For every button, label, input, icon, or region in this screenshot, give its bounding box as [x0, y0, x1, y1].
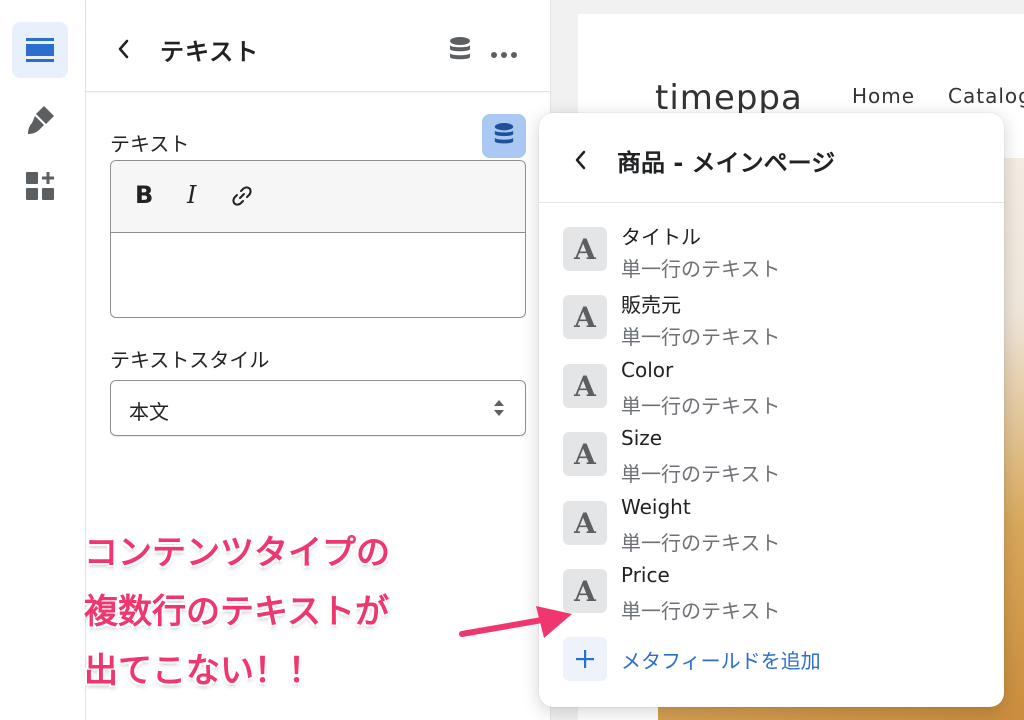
- database-icon: [493, 122, 515, 150]
- text-style-label: テキストスタイル: [110, 348, 270, 372]
- list-item[interactable]: A タイトル 単一行のテキスト: [563, 221, 983, 285]
- link-icon[interactable]: [231, 185, 253, 213]
- annotation-line: 出てこない！！: [84, 651, 322, 691]
- text-type-icon: A: [563, 227, 607, 271]
- italic-button[interactable]: I: [187, 181, 196, 209]
- theme-settings-button[interactable]: [12, 92, 68, 148]
- text-style-select[interactable]: 本文: [110, 380, 526, 436]
- editor-toolbar: B I: [111, 161, 525, 233]
- panel-header: テキスト: [86, 0, 551, 92]
- item-type: 単一行のテキスト: [621, 394, 781, 418]
- sections-icon: [25, 37, 55, 63]
- list-item[interactable]: A 販売元 単一行のテキスト: [563, 289, 983, 353]
- dynamic-source-icon[interactable]: [448, 36, 472, 66]
- item-name: Price: [621, 563, 670, 587]
- item-type: 単一行のテキスト: [621, 599, 781, 623]
- more-actions-icon[interactable]: [490, 44, 518, 63]
- item-name: Color: [621, 358, 674, 382]
- text-type-icon: A: [563, 295, 607, 339]
- popover-title: 商品 - メインページ: [617, 149, 836, 177]
- panel-title: テキスト: [160, 38, 260, 66]
- sections-button[interactable]: [12, 22, 68, 78]
- item-name: Weight: [621, 495, 691, 519]
- item-type: 単一行のテキスト: [621, 257, 781, 281]
- bold-button[interactable]: B: [135, 181, 153, 209]
- apps-button[interactable]: [12, 158, 68, 214]
- add-metafield-label: メタフィールドを追加: [621, 649, 821, 673]
- apps-add-icon: [25, 171, 55, 201]
- item-type: 単一行のテキスト: [621, 531, 781, 555]
- editor-content[interactable]: [111, 233, 525, 317]
- item-type: 単一行のテキスト: [621, 462, 781, 486]
- annotation-arrow-icon: [456, 598, 576, 648]
- item-name: タイトル: [621, 225, 701, 249]
- item-name: Size: [621, 426, 663, 450]
- item-type: 単一行のテキスト: [621, 325, 781, 349]
- text-style-value: 本文: [129, 400, 169, 424]
- text-field-label: テキスト: [110, 132, 190, 156]
- item-name: 販売元: [621, 293, 681, 317]
- nav-home-link[interactable]: Home: [852, 84, 915, 108]
- insert-dynamic-source-button[interactable]: [482, 114, 526, 158]
- list-item[interactable]: A Price 単一行のテキスト: [563, 563, 983, 627]
- text-type-icon: A: [563, 364, 607, 408]
- annotation-line: 複数行のテキストが: [84, 592, 389, 632]
- sidebar-rail: [0, 0, 86, 720]
- nav-catalog-link[interactable]: Catalog: [948, 84, 1024, 108]
- text-type-icon: A: [563, 432, 607, 476]
- text-type-icon: A: [563, 501, 607, 545]
- back-button[interactable]: [116, 38, 130, 64]
- store-logo[interactable]: timeppa: [655, 78, 803, 118]
- dynamic-source-popover: 商品 - メインページ A タイトル 単一行のテキスト A 販売元 単一行のテキ…: [539, 113, 1004, 707]
- popover-header: 商品 - メインページ: [539, 113, 1004, 203]
- popover-back-button[interactable]: [573, 149, 587, 175]
- list-item[interactable]: A Color 単一行のテキスト: [563, 358, 983, 422]
- annotation-callout: コンテンツタイプの 複数行のテキストが 出てこない！！: [84, 524, 390, 701]
- list-item[interactable]: A Size 単一行のテキスト: [563, 426, 983, 490]
- add-metafield-button[interactable]: メタフィールドを追加: [563, 637, 983, 681]
- rich-text-editor: B I: [110, 160, 526, 318]
- theme-brush-icon: [24, 104, 56, 136]
- select-arrows-icon: [493, 399, 505, 421]
- annotation-line: コンテンツタイプの: [84, 533, 390, 573]
- list-item[interactable]: A Weight 単一行のテキスト: [563, 495, 983, 559]
